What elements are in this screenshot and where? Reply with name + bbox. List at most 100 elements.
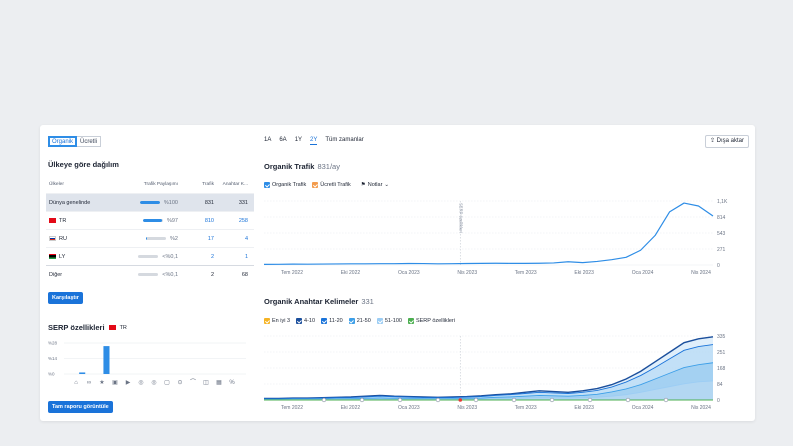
legend-item[interactable]: SERP özellikleri <box>407 318 455 324</box>
traffic-value: 2 <box>210 271 214 278</box>
period-6a[interactable]: 6A <box>279 137 286 145</box>
tab-paid[interactable]: Ücretli <box>77 136 102 147</box>
serp-marker <box>511 397 517 403</box>
share-value: %2 <box>170 235 178 242</box>
building-icon: ▦ <box>216 380 222 386</box>
share-bar <box>138 255 159 258</box>
organic-traffic-heading: Organik Trafik <box>264 162 315 171</box>
table-row[interactable]: LY <%0,1 2 1 <box>46 247 254 265</box>
table-row[interactable]: Diğer <%0,1 2 68 <box>46 265 254 283</box>
country-name[interactable]: TR <box>59 218 66 224</box>
y-tick-label: 0 <box>717 398 720 404</box>
country-cell: TR <box>46 218 120 224</box>
country-cell: Diğer <box>46 272 120 278</box>
note-marker <box>458 398 463 402</box>
serp-features-chart: %28 %14 %0 ⌂ ∞ ★ ▣ ▶ ◎ ◎ ▢ ⊙ ⌒ ◫ ▦% <box>48 341 246 386</box>
organic-traffic-value: 831/ay <box>317 162 340 171</box>
organic-research-card: Organik Ücretli Ülkeye göre dağılım Ülke… <box>40 125 755 421</box>
percent-icon: % <box>229 380 235 386</box>
share-value: <%0,1 <box>162 271 178 278</box>
header-country: Ülkeler <box>49 181 64 187</box>
x-tick-label: Eki 2022 <box>341 405 361 411</box>
serp-marker <box>549 397 555 403</box>
header-share: Trafik Paylaşımı <box>143 181 178 187</box>
tr-flag-icon <box>108 325 116 330</box>
full-report-button[interactable]: Tam raporu görüntüle <box>48 401 113 413</box>
legend-item[interactable]: En iyi 3 <box>264 318 290 324</box>
y-tick-label: 814 <box>717 215 726 221</box>
serp-marker <box>397 397 403 403</box>
legend-item[interactable]: 21-50 <box>348 318 371 324</box>
export-label: Dışa aktar <box>716 138 744 144</box>
traffic-value[interactable]: 17 <box>178 236 214 242</box>
share-bar <box>142 219 163 222</box>
organic-keywords-title: Organik Anahtar Kelimeler 331 <box>264 297 374 306</box>
checkbox-icon <box>321 318 328 324</box>
share-cell: <%0,1 <box>120 272 178 278</box>
legend-paid-label: Ücretli Trafik <box>320 182 351 188</box>
x-tick-label: Oca 2023 <box>398 270 420 276</box>
tab-organic[interactable]: Organik <box>48 136 78 147</box>
country-name: Diğer <box>49 271 63 278</box>
checkbox-icon <box>348 318 355 324</box>
export-button[interactable]: ⇪ Dışa aktar <box>704 135 749 148</box>
shop-icon: ◫ <box>203 380 209 386</box>
traffic-value: 831 <box>204 199 214 206</box>
circle-icon: ◎ <box>138 380 143 386</box>
table-row[interactable]: Dünya genelinde %100 831 331 <box>46 193 254 211</box>
share-bar-fill <box>139 201 160 204</box>
upload-icon: ⇪ <box>709 138 715 144</box>
organic-keywords-heading: Organik Anahtar Kelimeler <box>264 297 359 306</box>
country-name[interactable]: LY <box>59 254 65 260</box>
serp-features-header: SERP özellikleri TR <box>48 323 127 332</box>
legend-label: 11-20 <box>329 318 343 324</box>
period-tüm-zamanlar[interactable]: Tüm zamanlar <box>325 137 363 145</box>
serp-marker <box>435 397 441 403</box>
flag-icon: ⚑ <box>360 182 366 188</box>
legend-item[interactable]: 4-10 <box>296 318 315 324</box>
traffic-value[interactable]: 810 <box>178 218 214 224</box>
checkbox-icon <box>264 182 270 188</box>
legend-paid-traffic[interactable]: Ücretli Trafik <box>312 182 351 188</box>
legend-item[interactable]: 11-20 <box>321 318 343 324</box>
y-tick-label: %0 <box>48 372 55 377</box>
period-1y[interactable]: 1Y <box>295 137 302 145</box>
ly-flag-icon <box>49 254 56 259</box>
period-2y[interactable]: 2Y <box>310 137 318 145</box>
image-icon: ▣ <box>112 380 118 386</box>
notes-dropdown[interactable]: ⚑ Notlar ⌄ <box>361 182 389 188</box>
legend-item[interactable]: 51-100 <box>376 318 402 324</box>
keywords-value[interactable]: 1 <box>214 254 252 260</box>
keywords-value[interactable]: 4 <box>214 236 252 242</box>
legend-organic-traffic[interactable]: Organik Trafik <box>264 182 306 188</box>
table-row[interactable]: RU %2 17 4 <box>46 229 254 247</box>
country-cell: LY <box>46 254 120 260</box>
organic-traffic-chart: 1,1K 814 543 271 0 Tem 2022 Eki 2022 Oca 2023 Ni… <box>263 199 728 276</box>
traffic-value[interactable]: 2 <box>178 254 214 260</box>
left-panel: Organik Ücretli Ülkeye göre dağılım Ülke… <box>46 125 254 421</box>
table-row[interactable]: TR %97 810 258 <box>46 211 254 229</box>
chevron-down-icon: ⌄ <box>384 182 390 188</box>
share-cell: %97 <box>120 218 178 224</box>
checkbox-icon <box>264 318 270 324</box>
x-tick-label: Oca 2024 <box>632 270 654 276</box>
legend-label: 51-100 <box>384 318 402 324</box>
y-tick-label: 1,1K <box>717 199 728 205</box>
y-tick-label: %14 <box>48 356 58 361</box>
compare-button[interactable]: Karşılaştır <box>48 292 83 304</box>
x-tick-label: Tem 2022 <box>281 270 303 276</box>
x-tick-label: Nis 2023 <box>457 405 477 411</box>
period-1a[interactable]: 1A <box>264 137 271 145</box>
legend-label: 4-10 <box>304 318 316 324</box>
table-header: Ülkeler Trafik Paylaşımı Trafik Anahtar … <box>46 175 254 193</box>
keywords-value[interactable]: 258 <box>214 218 252 224</box>
country-name[interactable]: RU <box>59 236 67 242</box>
keywords-value: 331 <box>238 199 248 206</box>
x-tick-label: Tem 2022 <box>281 405 303 411</box>
notes-label: Notlar <box>367 182 383 188</box>
checkbox-icon <box>312 182 319 188</box>
video-icon: ▶ <box>126 380 131 386</box>
x-tick-label: Eki 2023 <box>574 405 594 411</box>
serp-marker <box>321 397 327 403</box>
period-selector: 1A 6A 1Y 2Y Tüm zamanlar <box>264 137 364 145</box>
